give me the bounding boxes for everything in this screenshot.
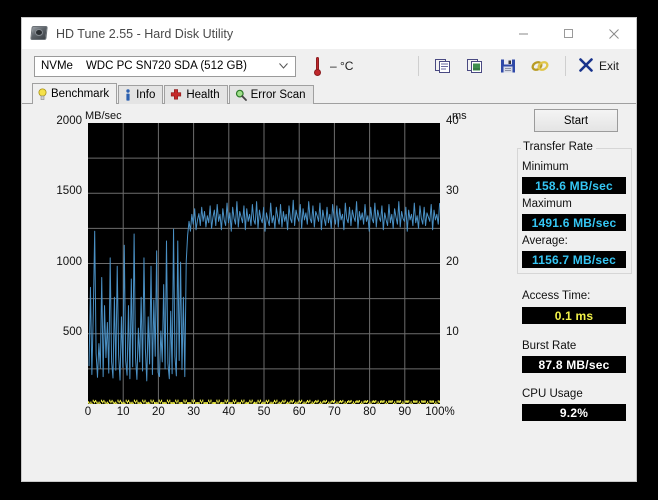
temperature-value: – °C	[330, 59, 354, 73]
cpu-usage-value: 9.2%	[522, 404, 626, 421]
burst-rate-label: Burst Rate	[522, 340, 577, 352]
y2-tick-label: 30	[446, 185, 459, 198]
copy-screenshot-icon[interactable]	[463, 54, 489, 78]
hd-tune-window: HD Tune 2.55 - Hard Disk Utility NVMe WD…	[21, 17, 637, 482]
drive-type: NVMe	[41, 60, 73, 72]
average-value: 1156.7 MB/sec	[522, 251, 626, 268]
plot-area	[88, 123, 440, 404]
y-tick-label: 500	[62, 325, 82, 338]
tab-benchmark[interactable]: Benchmark	[32, 83, 118, 104]
maximum-label: Maximum	[522, 198, 572, 210]
cpu-usage-label: CPU Usage	[522, 388, 583, 400]
y-axis-ticks: 2000 1500 1000 500	[32, 104, 82, 404]
copy-icon[interactable]	[431, 54, 457, 78]
tab-error-scan-label: Error Scan	[250, 89, 306, 101]
x-tick-label: 30	[187, 406, 200, 418]
y2-tick-label: 10	[446, 325, 459, 338]
info-icon	[124, 88, 132, 102]
window-controls	[501, 18, 636, 49]
plot-canvas	[88, 123, 440, 404]
x-tick-label: 80	[363, 406, 376, 418]
tab-health-label: Health	[186, 89, 220, 101]
title-bar: HD Tune 2.55 - Hard Disk Utility	[22, 18, 636, 49]
y-tick-label: 1000	[56, 255, 82, 268]
y-axis-title: MB/sec	[85, 110, 122, 122]
transfer-rate-title: Transfer Rate	[521, 141, 596, 153]
y2-tick-label: 40	[446, 115, 459, 127]
x-tick-label: 60	[292, 406, 306, 418]
benchmark-chart: MB/sec ms 2000 1500 1000 500 40 30 20 10 0 10 20…	[22, 104, 509, 434]
minimum-label: Minimum	[522, 161, 569, 173]
tab-health[interactable]: Health	[164, 85, 228, 104]
tab-info-label: Info	[136, 89, 156, 101]
x-tick-label: 0	[84, 406, 92, 418]
tab-content-benchmark: MB/sec ms 2000 1500 1000 500 40 30 20 10 0 10 20…	[22, 103, 636, 481]
burst-rate-value: 87.8 MB/sec	[522, 356, 626, 373]
chart-pane: MB/sec ms 2000 1500 1000 500 40 30 20 10 0 10 20…	[22, 104, 509, 481]
lightbulb-icon	[38, 88, 47, 101]
average-label: Average:	[522, 235, 568, 247]
drive-model: WDC PC SN720 SDA (512 GB)	[85, 60, 248, 72]
x-tick-label: 40	[222, 406, 236, 418]
x-tick-label: 20	[151, 406, 165, 418]
chevron-down-icon	[279, 60, 288, 72]
x-tick-label: 10	[116, 406, 130, 418]
exit-label: Exit	[598, 59, 619, 73]
magnifier-icon	[235, 89, 247, 101]
access-time-label: Access Time:	[522, 290, 591, 302]
link-icon[interactable]	[527, 54, 553, 78]
toolbar-actions: Exit	[409, 54, 626, 78]
health-cross-icon	[170, 89, 182, 101]
start-button[interactable]: Start	[534, 109, 618, 132]
drive-select[interactable]: NVMe WDC PC SN720 SDA (512 GB)	[34, 55, 296, 77]
tab-strip: Benchmark Info Health Error Scan	[22, 83, 636, 104]
x-axis-ticks: 0 10 20 30 40 50 60 70 80 90 100%	[22, 406, 509, 426]
hard-disk-icon	[30, 25, 48, 42]
toolbar-divider-1	[417, 56, 419, 76]
thermometer-icon	[313, 56, 322, 76]
access-time-value: 0.1 ms	[522, 307, 626, 324]
minimum-value: 158.6 MB/sec	[522, 177, 626, 194]
tab-error-scan[interactable]: Error Scan	[228, 85, 314, 104]
results-panel: Start Transfer Rate Minimum 158.6 MB/sec…	[509, 104, 636, 481]
y2-tick-label: 20	[446, 255, 459, 268]
x-tick-label: 100%	[425, 406, 455, 418]
tab-info[interactable]: Info	[118, 85, 164, 104]
y-tick-label: 2000	[56, 115, 82, 127]
maximum-value: 1491.6 MB/sec	[522, 214, 626, 231]
temperature-indicator: – °C	[313, 56, 354, 76]
minimize-button[interactable]	[501, 18, 546, 49]
x-tick-label: 90	[398, 406, 412, 418]
close-x-icon	[579, 57, 593, 75]
exit-button[interactable]: Exit	[575, 54, 626, 78]
y-tick-label: 1500	[56, 185, 82, 198]
tab-benchmark-label: Benchmark	[51, 88, 110, 100]
maximize-button[interactable]	[546, 18, 591, 49]
close-button[interactable]	[591, 18, 636, 49]
y2-axis-ticks: 40 30 20 10	[446, 104, 490, 404]
x-tick-label: 50	[257, 406, 271, 418]
save-icon[interactable]	[495, 54, 521, 78]
toolbar: NVMe WDC PC SN720 SDA (512 GB) – °C Exit	[22, 49, 636, 83]
window-title: HD Tune 2.55 - Hard Disk Utility	[56, 26, 234, 41]
screenshot-root: HD Tune 2.55 - Hard Disk Utility NVMe WD…	[0, 0, 658, 500]
x-tick-label: 70	[327, 406, 341, 418]
toolbar-divider-2	[564, 56, 566, 76]
